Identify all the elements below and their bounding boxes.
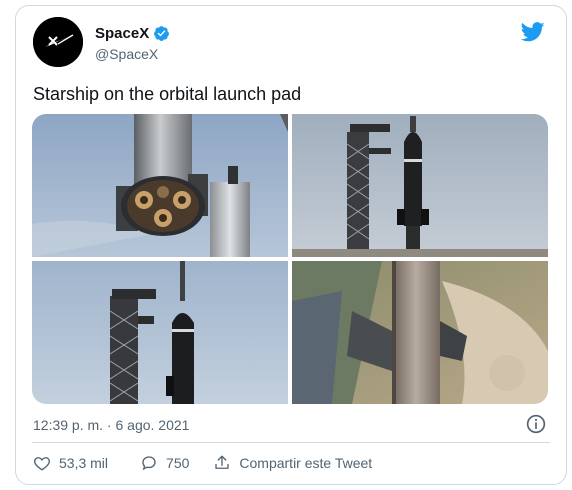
- verified-badge-icon: [154, 26, 170, 41]
- tweet-text: Starship on the orbital launch pad: [33, 84, 302, 104]
- author-handle[interactable]: @SpaceX: [95, 46, 158, 62]
- photo-tower-closeup[interactable]: [32, 261, 288, 404]
- photo-booster-engines[interactable]: [32, 114, 288, 257]
- author-name-row[interactable]: SpaceX: [95, 25, 170, 42]
- reply-button[interactable]: 750: [140, 454, 189, 472]
- share-label: Compartir este Tweet: [239, 455, 373, 471]
- tweet-timestamp[interactable]: 12:39 p. m. · 6 ago. 2021: [33, 417, 189, 433]
- share-icon: [215, 455, 230, 469]
- media-grid: [32, 114, 548, 404]
- like-count: 53,3 mil: [59, 455, 109, 471]
- author-name[interactable]: SpaceX: [95, 25, 149, 42]
- reply-bubble-icon: [142, 456, 156, 471]
- photo-aerial-view[interactable]: [292, 261, 548, 404]
- reply-count: 750: [166, 455, 190, 471]
- heart-icon: [33, 457, 51, 471]
- tweet-card: SpaceX @SpaceX Starship on the orbital l…: [15, 5, 567, 485]
- share-button[interactable]: Compartir este Tweet: [213, 454, 372, 472]
- photo-tower-and-ship[interactable]: [292, 114, 548, 257]
- action-bar: 53,3 mil 750 Compartir este Tweet: [33, 454, 372, 472]
- twitter-bird-icon[interactable]: [521, 22, 545, 42]
- divider: [32, 442, 550, 443]
- avatar[interactable]: [33, 17, 83, 67]
- like-button[interactable]: 53,3 mil: [33, 454, 108, 472]
- spacex-logo-icon: [33, 17, 83, 67]
- info-icon[interactable]: [526, 414, 546, 434]
